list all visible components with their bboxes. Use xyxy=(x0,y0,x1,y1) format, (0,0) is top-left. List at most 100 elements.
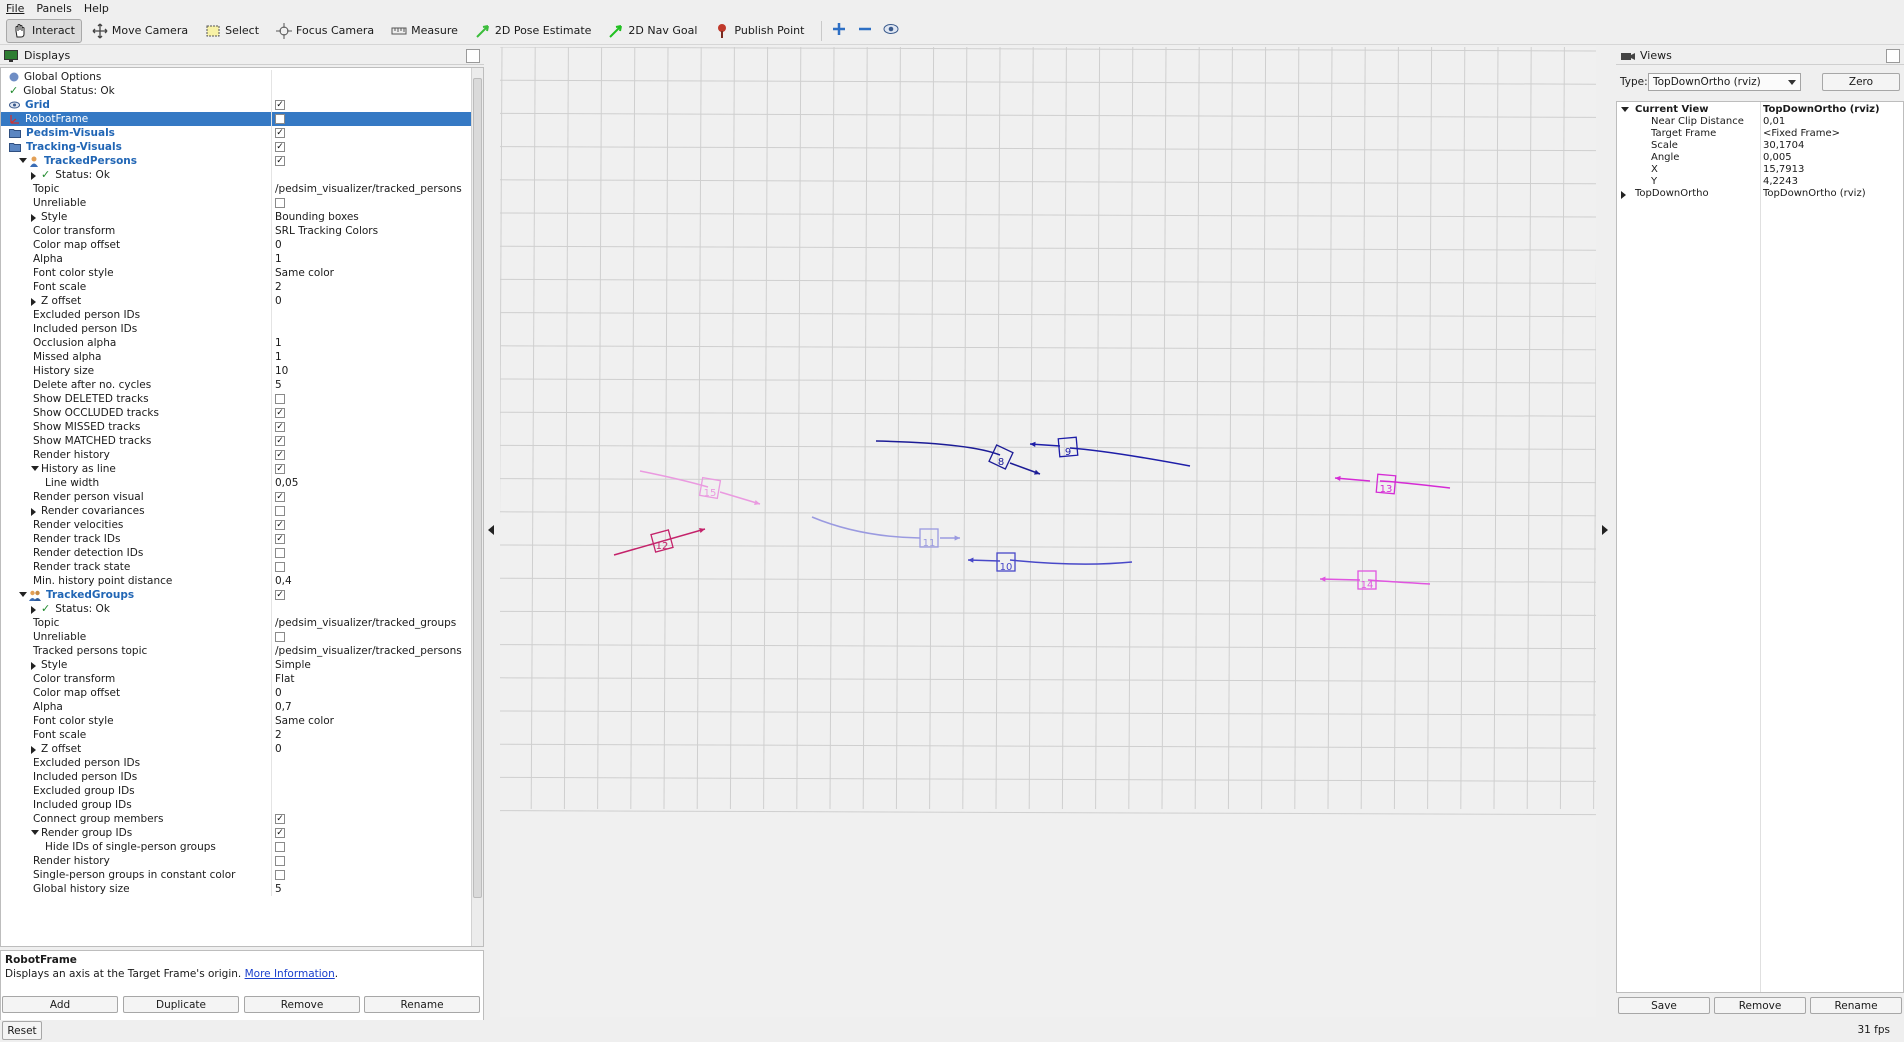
checkbox[interactable] xyxy=(275,548,285,558)
reset-button[interactable]: Reset xyxy=(2,1021,42,1040)
pose-estimate-tool-button[interactable]: 2D Pose Estimate xyxy=(469,19,599,43)
display-row-excluded-group-ids[interactable]: Excluded group IDs xyxy=(1,784,471,798)
checkbox[interactable] xyxy=(275,114,285,124)
measure-tool-button[interactable]: Measure xyxy=(385,19,465,43)
display-row-z-offset[interactable]: Z offset 0 xyxy=(1,294,471,308)
display-row-value[interactable]: 1 xyxy=(275,252,282,266)
display-row-value[interactable]: SRL Tracking Colors xyxy=(275,224,378,238)
expand-arrow-icon[interactable] xyxy=(31,606,36,614)
checkbox[interactable] xyxy=(275,562,285,572)
display-row-show-missed-tracks[interactable]: Show MISSED tracks ✓ xyxy=(1,420,471,434)
collapse-arrow-icon[interactable] xyxy=(19,158,27,163)
view-row-y[interactable]: Y 4,2243 xyxy=(1617,176,1903,188)
display-row-render-detection-ids[interactable]: Render detection IDs xyxy=(1,546,471,560)
display-row-value[interactable]: Same color xyxy=(275,266,334,280)
display-row-unreliable[interactable]: Unreliable xyxy=(1,196,471,210)
checkbox[interactable] xyxy=(275,198,285,208)
checkbox[interactable] xyxy=(275,870,285,880)
display-row-value[interactable]: 0,7 xyxy=(275,700,292,714)
display-row-connect-group-members[interactable]: Connect group members ✓ xyxy=(1,812,471,826)
scene-canvas[interactable]: 8 9 10 11 12 13 14 15 xyxy=(500,47,1596,1017)
menu-help[interactable]: Help xyxy=(84,2,109,15)
collapse-arrow-icon[interactable] xyxy=(31,830,39,835)
display-row-value[interactable]: 2 xyxy=(275,728,282,742)
display-row-hide-ids-of-single-person-groups[interactable]: Hide IDs of single-person groups xyxy=(1,840,471,854)
view-row-value[interactable]: TopDownOrtho (rviz) xyxy=(1763,104,1880,116)
add-tool-button[interactable] xyxy=(828,20,850,42)
remove-tool-button[interactable] xyxy=(854,20,876,42)
save-view-button[interactable]: Save xyxy=(1618,997,1710,1014)
view-row-target-frame[interactable]: Target Frame <Fixed Frame> xyxy=(1617,128,1903,140)
display-row-font-scale[interactable]: Font scale 2 xyxy=(1,728,471,742)
display-row-color-map-offset[interactable]: Color map offset 0 xyxy=(1,686,471,700)
interact-tool-button[interactable]: Interact xyxy=(6,18,82,43)
checkbox[interactable]: ✓ xyxy=(275,156,285,166)
checkbox[interactable]: ✓ xyxy=(275,464,285,474)
display-row-color-transform[interactable]: Color transform Flat xyxy=(1,672,471,686)
display-row-render-track-state[interactable]: Render track state xyxy=(1,560,471,574)
display-row-value[interactable]: 0 xyxy=(275,686,282,700)
display-row-unreliable[interactable]: Unreliable xyxy=(1,630,471,644)
display-row-value[interactable]: Simple xyxy=(275,658,311,672)
display-row-topic[interactable]: Topic/pedsim_visualizer/tracked_persons xyxy=(1,182,471,196)
displays-scrollbar[interactable] xyxy=(471,68,483,946)
move-camera-tool-button[interactable]: Move Camera xyxy=(86,19,195,43)
display-row-value[interactable]: Flat xyxy=(275,672,295,686)
select-tool-button[interactable]: Select xyxy=(199,19,266,43)
view-row-value[interactable]: 0,01 xyxy=(1763,116,1785,128)
display-row-occlusion-alpha[interactable]: Occlusion alpha 1 xyxy=(1,336,471,350)
display-row-font-color-style[interactable]: Font color style Same color xyxy=(1,714,471,728)
view-row-topdownortho[interactable]: TopDownOrtho TopDownOrtho (rviz) xyxy=(1617,188,1903,200)
checkbox[interactable]: ✓ xyxy=(275,100,285,110)
display-row-color-transform[interactable]: Color transform SRL Tracking Colors xyxy=(1,224,471,238)
display-row-delete-after-no-cycles[interactable]: Delete after no. cycles 5 xyxy=(1,378,471,392)
rename-display-button[interactable]: Rename xyxy=(364,996,480,1013)
display-row-render-group-ids[interactable]: Render group IDs ✓ xyxy=(1,826,471,840)
display-row-value[interactable]: 0 xyxy=(275,742,282,756)
checkbox[interactable]: ✓ xyxy=(275,450,285,460)
rename-view-button[interactable]: Rename xyxy=(1810,997,1902,1014)
view-row-value[interactable]: 30,1704 xyxy=(1763,140,1804,152)
display-row-render-history[interactable]: Render history ✓ xyxy=(1,448,471,462)
display-row-value[interactable]: Same color xyxy=(275,714,334,728)
display-row-value[interactable]: 1 xyxy=(275,336,282,350)
display-row-value[interactable]: /pedsim_visualizer/tracked_groups xyxy=(275,616,456,630)
display-row-robotframe[interactable]: RobotFrame xyxy=(1,112,471,126)
expand-arrow-icon[interactable] xyxy=(31,214,36,222)
display-row-line-width[interactable]: Line width 0,05 xyxy=(1,476,471,490)
display-row-grid[interactable]: Grid ✓ xyxy=(1,98,471,112)
display-row-font-scale[interactable]: Font scale 2 xyxy=(1,280,471,294)
display-row-global-options[interactable]: Global Options xyxy=(1,70,471,84)
display-row-color-map-offset[interactable]: Color map offset 0 xyxy=(1,238,471,252)
display-row-value[interactable]: /pedsim_visualizer/tracked_persons xyxy=(275,644,462,658)
view-row-value[interactable]: <Fixed Frame> xyxy=(1763,128,1840,140)
display-row-show-occluded-tracks[interactable]: Show OCCLUDED tracks ✓ xyxy=(1,406,471,420)
display-row-missed-alpha[interactable]: Missed alpha 1 xyxy=(1,350,471,364)
zero-button[interactable]: Zero xyxy=(1822,73,1900,91)
display-row-value[interactable]: 0 xyxy=(275,238,282,252)
checkbox[interactable]: ✓ xyxy=(275,814,285,824)
view-row-scale[interactable]: Scale 30,1704 xyxy=(1617,140,1903,152)
display-row-value[interactable]: 0,4 xyxy=(275,574,292,588)
display-row-history-as-line[interactable]: History as line ✓ xyxy=(1,462,471,476)
display-row-value[interactable]: 10 xyxy=(275,364,288,378)
display-row-value[interactable]: /pedsim_visualizer/tracked_persons xyxy=(275,182,462,196)
checkbox[interactable]: ✓ xyxy=(275,534,285,544)
panel-float-button[interactable] xyxy=(466,49,480,63)
display-row-trackedgroups[interactable]: TrackedGroups ✓ xyxy=(1,588,471,602)
focus-camera-tool-button[interactable]: Focus Camera xyxy=(270,19,381,43)
checkbox[interactable]: ✓ xyxy=(275,408,285,418)
expand-arrow-icon[interactable] xyxy=(31,662,36,670)
collapse-arrow-icon[interactable] xyxy=(19,592,27,597)
display-row-style[interactable]: Style Bounding boxes xyxy=(1,210,471,224)
display-row-value[interactable]: 5 xyxy=(275,378,282,392)
more-information-link[interactable]: More Information xyxy=(245,968,335,980)
display-row-status-ok[interactable]: ✓ Status: Ok xyxy=(1,168,471,182)
publish-point-tool-button[interactable]: Publish Point xyxy=(708,19,811,43)
display-row-render-track-ids[interactable]: Render track IDs ✓ xyxy=(1,532,471,546)
display-row-single-person-groups-in-constant-color[interactable]: Single-person groups in constant color xyxy=(1,868,471,882)
display-row-alpha[interactable]: Alpha 0,7 xyxy=(1,700,471,714)
display-row-value[interactable]: Bounding boxes xyxy=(275,210,359,224)
display-row-tracked-persons-topic[interactable]: Tracked persons topic/pedsim_visualizer/… xyxy=(1,644,471,658)
checkbox[interactable]: ✓ xyxy=(275,492,285,502)
